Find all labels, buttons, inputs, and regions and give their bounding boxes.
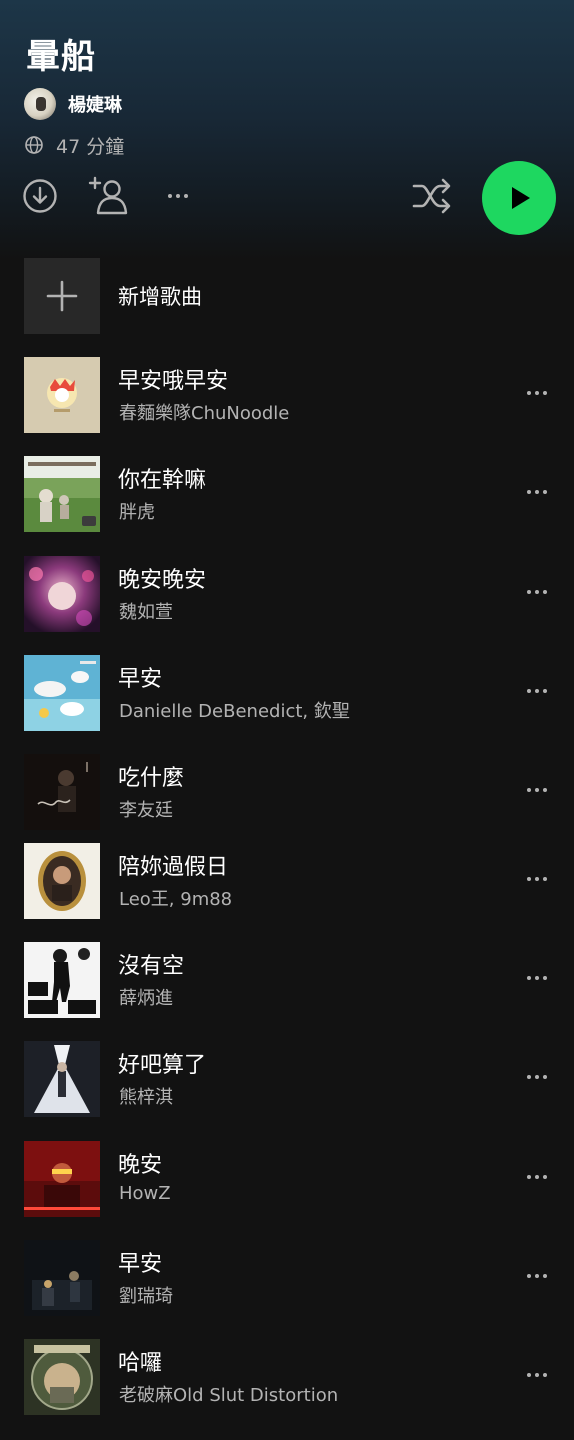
track-more-button[interactable]	[520, 1165, 554, 1189]
more-icon	[527, 1075, 547, 1079]
track-more-button[interactable]	[520, 1264, 554, 1288]
track-more-button[interactable]	[520, 1065, 554, 1089]
playlist-header: 暈船 楊婕琳 47 分鐘	[0, 0, 574, 250]
track-artist: 劉瑞琦	[119, 1286, 173, 1307]
avatar[interactable]	[24, 88, 56, 120]
shuffle-button[interactable]	[410, 176, 456, 216]
track-more-button[interactable]	[520, 381, 554, 405]
track-more-button[interactable]	[520, 778, 554, 802]
playlist-duration: 47 分鐘	[24, 131, 124, 159]
track-more-button[interactable]	[520, 580, 554, 604]
track-title: 陪妳過假日	[118, 855, 229, 880]
more-icon	[527, 590, 547, 594]
album-cover	[24, 357, 100, 433]
more-icon	[527, 689, 547, 693]
play-icon	[512, 187, 530, 209]
more-options-button[interactable]	[158, 178, 198, 214]
track-row[interactable]: 好吧算了 熊梓淇	[24, 1041, 554, 1117]
more-icon	[527, 1373, 547, 1377]
track-more-button[interactable]	[520, 867, 554, 891]
playlist-toolbar	[0, 160, 574, 236]
download-icon	[23, 179, 57, 213]
track-artist: 李友廷	[119, 800, 173, 821]
track-row[interactable]: 你在幹嘛 胖虎	[24, 456, 554, 532]
more-options-icon	[168, 194, 188, 198]
track-title: 沒有空	[118, 954, 185, 979]
owner-name[interactable]: 楊婕琳	[68, 91, 122, 117]
track-artist: 春麵樂隊ChuNoodle	[119, 403, 290, 424]
track-title: 哈囉	[118, 1351, 163, 1376]
album-cover	[24, 456, 100, 532]
track-artist: 魏如萱	[119, 602, 173, 623]
album-cover	[24, 1141, 100, 1217]
album-cover	[24, 1041, 100, 1117]
track-row[interactable]: 吃什麼 李友廷	[24, 754, 554, 830]
track-title: 早安哦早安	[118, 369, 229, 394]
add-user-icon	[88, 176, 128, 215]
track-title: 晚安	[118, 1153, 163, 1178]
more-icon	[527, 788, 547, 792]
more-icon	[527, 391, 547, 395]
track-title: 晚安晚安	[118, 568, 207, 593]
album-cover	[24, 754, 100, 830]
album-cover	[24, 942, 100, 1018]
track-row[interactable]: 哈囉 老破麻Old Slut Distortion	[24, 1339, 554, 1415]
track-title: 早安	[118, 1252, 163, 1277]
more-icon	[527, 1175, 547, 1179]
track-more-button[interactable]	[520, 480, 554, 504]
track-title: 早安	[118, 667, 163, 692]
add-songs-label: 新增歌曲	[118, 285, 202, 309]
track-more-button[interactable]	[520, 679, 554, 703]
track-row[interactable]: 沒有空 薛炳進	[24, 942, 554, 1018]
album-cover	[24, 1339, 100, 1415]
plus-icon	[46, 280, 78, 312]
add-songs-tile[interactable]	[24, 258, 100, 334]
more-icon	[527, 490, 547, 494]
track-title: 你在幹嘛	[118, 468, 207, 493]
more-icon	[527, 877, 547, 881]
track-artist: Leo王, 9m88	[119, 889, 233, 910]
track-row[interactable]: 早安哦早安 春麵樂隊ChuNoodle	[24, 357, 554, 433]
shuffle-icon	[412, 178, 451, 214]
album-cover	[24, 655, 100, 731]
track-artist: 老破麻Old Slut Distortion	[119, 1385, 339, 1406]
album-cover	[24, 843, 100, 919]
track-row[interactable]: 早安 Danielle DeBenedict, 欽聖	[24, 655, 554, 731]
more-icon	[527, 976, 547, 980]
more-icon	[527, 1274, 547, 1278]
add-collaborator-button[interactable]	[88, 174, 130, 216]
play-button[interactable]	[482, 161, 556, 235]
track-artist: 胖虎	[119, 502, 155, 523]
track-more-button[interactable]	[520, 966, 554, 990]
playlist-title: 暈船	[26, 37, 96, 77]
track-row[interactable]: 陪妳過假日 Leo王, 9m88	[24, 843, 554, 919]
track-artist: Danielle DeBenedict, 欽聖	[119, 701, 350, 722]
track-more-button[interactable]	[520, 1363, 554, 1387]
track-row[interactable]: 晚安 HowZ	[24, 1141, 554, 1217]
track-row[interactable]: 晚安晚安 魏如萱	[24, 556, 554, 632]
globe-icon	[25, 136, 43, 154]
track-title: 好吧算了	[118, 1053, 207, 1078]
album-cover	[24, 556, 100, 632]
album-cover	[24, 1240, 100, 1316]
duration-text: 47 分鐘	[56, 135, 125, 158]
track-artist: HowZ	[119, 1183, 171, 1204]
track-artist: 熊梓淇	[119, 1087, 173, 1108]
download-button[interactable]	[22, 178, 58, 214]
track-title: 吃什麼	[118, 766, 185, 791]
add-songs-row[interactable]: 新增歌曲	[24, 258, 554, 334]
track-row[interactable]: 早安 劉瑞琦	[24, 1240, 554, 1316]
owner-link[interactable]: 楊婕琳	[24, 88, 122, 120]
track-artist: 薛炳進	[119, 988, 173, 1009]
